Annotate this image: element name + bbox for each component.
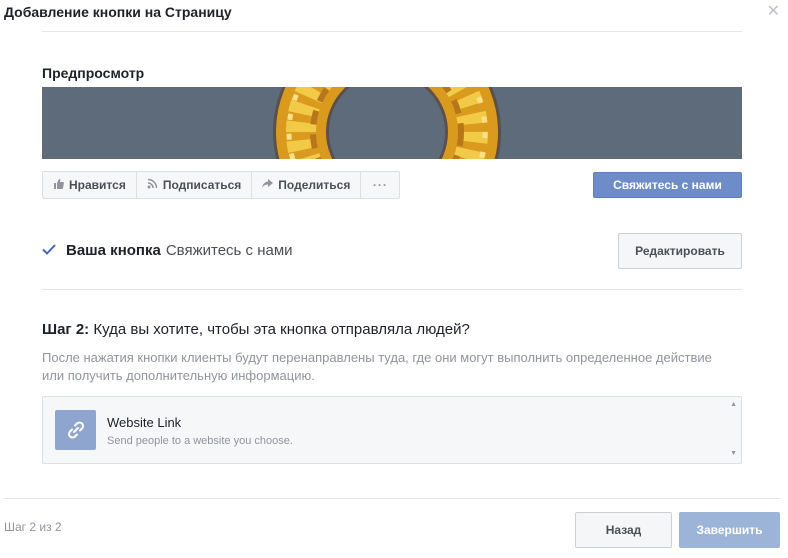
dialog-title: Добавление кнопки на Страницу	[4, 4, 232, 20]
your-button-label: Ваша кнопка	[66, 242, 161, 259]
thumbs-up-icon	[53, 178, 64, 192]
share-label: Поделиться	[278, 178, 351, 192]
your-button-row: Ваша кнопка Свяжитесь с нами	[42, 242, 293, 259]
like-label: Нравится	[69, 178, 126, 192]
share-arrow-icon	[262, 178, 274, 192]
like-button[interactable]: Нравится	[43, 172, 137, 198]
options-scrollbar[interactable]: ▲ ▼	[727, 397, 741, 463]
back-button[interactable]: Назад	[575, 512, 672, 548]
preview-heading: Предпросмотр	[42, 65, 145, 81]
step-title: Шаг 2: Куда вы хотите, чтобы эта кнопка …	[42, 321, 470, 338]
step-question: Куда вы хотите, чтобы эта кнопка отправл…	[93, 321, 470, 338]
checkmark-icon	[42, 242, 58, 259]
more-dots-icon[interactable]: ···	[361, 172, 399, 198]
section-divider	[42, 289, 742, 290]
edit-button[interactable]: Редактировать	[618, 233, 742, 269]
close-icon[interactable]: ✕	[767, 4, 780, 20]
cover-image	[42, 87, 742, 159]
finish-button[interactable]: Завершить	[679, 512, 780, 548]
step-prefix: Шаг 2:	[42, 321, 90, 338]
donut-image	[273, 87, 501, 159]
contact-us-cta-button[interactable]: Свяжитесь с нами	[593, 172, 742, 198]
top-divider	[42, 31, 742, 32]
link-icon	[55, 410, 96, 450]
step-counter: Шаг 2 из 2	[4, 520, 62, 534]
footer-divider	[4, 498, 780, 499]
follow-label: Подписаться	[162, 178, 242, 192]
destination-options-list: Website Link Send people to a website yo…	[42, 396, 742, 464]
page-action-bar: Нравится Подписаться Поделиться ···	[42, 171, 401, 199]
scroll-down-arrow-icon[interactable]: ▼	[730, 450, 737, 457]
your-button-value: Свяжитесь с нами	[165, 242, 293, 259]
option-title: Website Link	[107, 415, 182, 430]
scroll-up-arrow-icon[interactable]: ▲	[730, 401, 737, 408]
dialog-header: Добавление кнопки на Страницу ✕	[0, 0, 788, 24]
share-button[interactable]: Поделиться	[252, 172, 362, 198]
option-subtitle: Send people to a website you choose.	[107, 435, 293, 447]
follow-button[interactable]: Подписаться	[137, 172, 253, 198]
step-description: После нажатия кнопки клиенты будут перен…	[42, 350, 712, 383]
rss-icon	[147, 178, 158, 192]
